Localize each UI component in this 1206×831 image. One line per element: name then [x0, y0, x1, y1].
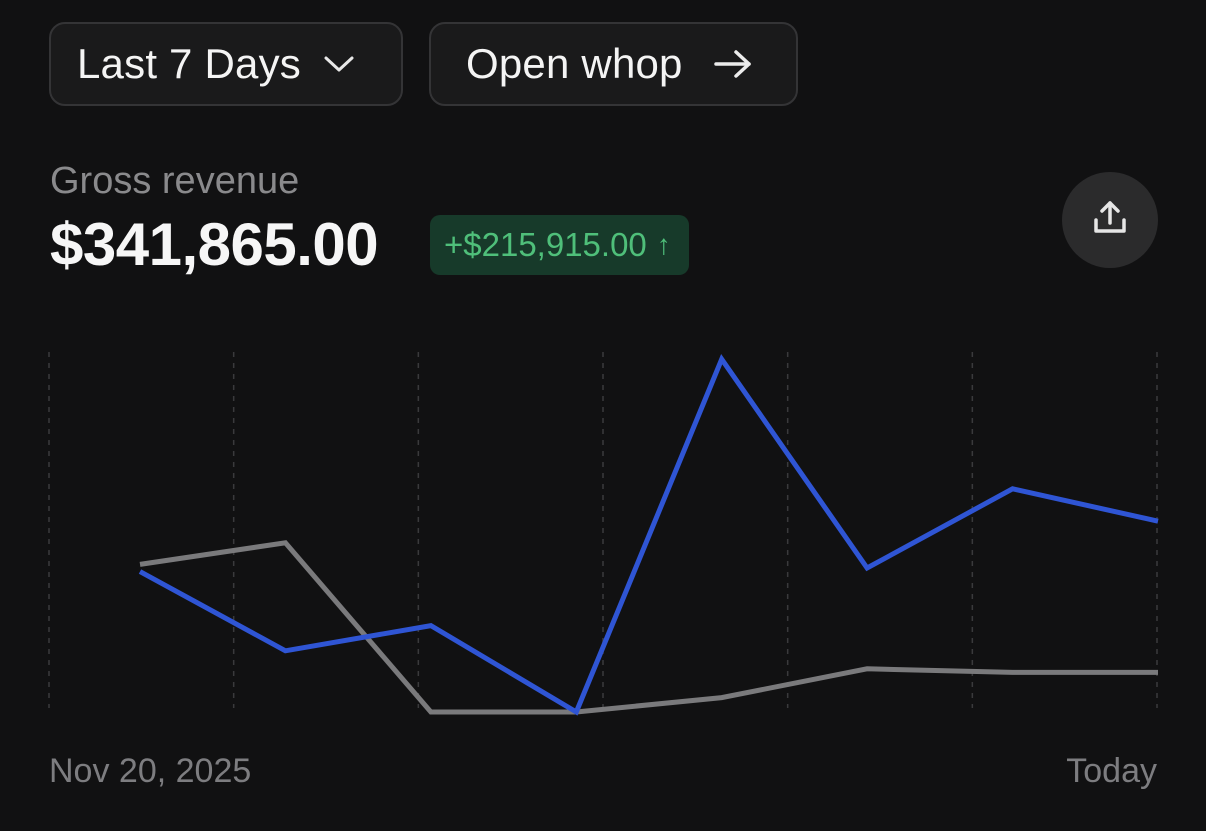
- arrow-up-icon: ↑: [656, 229, 671, 260]
- share-upload-icon: [1090, 198, 1130, 243]
- delta-badge: +$215,915.00 ↑: [430, 215, 689, 275]
- chevron-down-icon: [323, 54, 355, 74]
- metric-label: Gross revenue: [50, 160, 300, 202]
- revenue-line-chart: [48, 352, 1159, 716]
- x-axis-start-label: Nov 20, 2025: [49, 752, 252, 790]
- x-axis-end-label: Today: [1066, 752, 1157, 790]
- chart-grid: [48, 352, 1158, 708]
- date-range-dropdown[interactable]: Last 7 Days: [49, 22, 403, 106]
- delta-value: +$215,915.00: [444, 226, 647, 263]
- share-button[interactable]: [1062, 172, 1158, 268]
- open-whop-label: Open whop: [466, 40, 683, 87]
- open-whop-button[interactable]: Open whop: [429, 22, 798, 106]
- previous-series-line: [139, 540, 1158, 715]
- chart-series: [138, 354, 1159, 716]
- date-range-label: Last 7 Days: [77, 40, 301, 87]
- metric-value: $341,865.00: [50, 211, 379, 278]
- arrow-right-icon: [713, 48, 753, 80]
- current-series-line: [138, 354, 1159, 716]
- revenue-dashboard: Last 7 Days Open whop Gross revenue $341…: [0, 0, 1206, 831]
